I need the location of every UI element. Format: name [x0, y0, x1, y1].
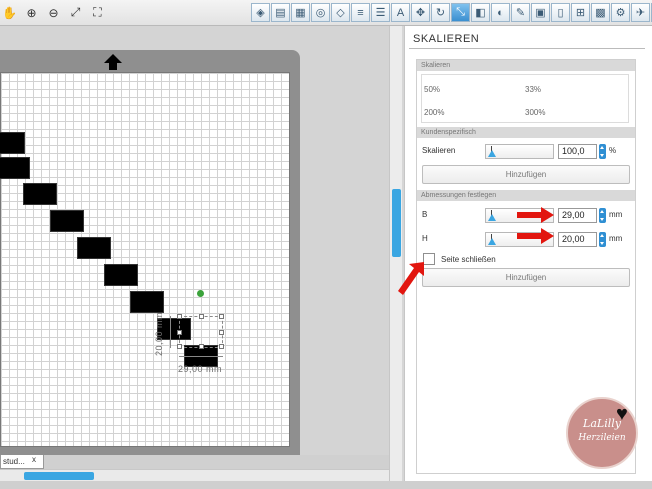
hand-icon[interactable]: ✋: [0, 3, 19, 22]
height-dimension-line: [170, 316, 171, 348]
width-unit: mm: [609, 210, 623, 219]
scale-preset-300[interactable]: 300%: [525, 108, 545, 117]
scale-label: Skalieren: [422, 146, 456, 155]
dimensions-apply-button[interactable]: Hinzufügen: [422, 268, 630, 287]
resize-handle[interactable]: [177, 314, 182, 319]
library-icon[interactable]: ⚙: [611, 3, 630, 22]
slider-knob[interactable]: [488, 214, 496, 221]
height-dimension-label: 20,00 mm: [154, 311, 164, 356]
resize-handle[interactable]: [199, 314, 204, 319]
vertical-scroll-thumb[interactable]: [392, 189, 401, 257]
horizontal-scroll-thumb[interactable]: [24, 472, 94, 480]
mirror-icon[interactable]: ◧: [471, 3, 490, 22]
annotation-arrow-icon: [517, 228, 554, 244]
move-icon[interactable]: ✥: [411, 3, 430, 22]
cut-area-grid[interactable]: [0, 72, 290, 447]
fill-icon[interactable]: ◈: [251, 3, 270, 22]
scale-preset-200[interactable]: 200%: [424, 108, 444, 117]
divider: [409, 48, 645, 49]
percent-unit: %: [609, 146, 617, 155]
shape-rectangle[interactable]: [104, 264, 138, 286]
registration-icon[interactable]: ⊞: [571, 3, 590, 22]
scale-presets: 50% 33% 200% 300%: [421, 74, 629, 123]
cut-settings-icon[interactable]: ▣: [531, 3, 550, 22]
scale-icon[interactable]: ⤡: [451, 3, 470, 22]
vertical-scrollbar[interactable]: [389, 26, 402, 481]
transform-icon[interactable]: ◇: [331, 3, 350, 22]
resize-handle[interactable]: [199, 344, 204, 349]
text-icon[interactable]: A: [391, 3, 410, 22]
height-input[interactable]: 20,00: [558, 232, 597, 247]
scale-preset-33[interactable]: 33%: [525, 85, 541, 94]
rotation-handle[interactable]: [197, 290, 204, 297]
scale-percent-input[interactable]: 100,0: [558, 144, 597, 159]
width-dimension-label: 29,00 mm: [178, 364, 223, 374]
shape-rectangle[interactable]: [0, 132, 25, 154]
resize-handle[interactable]: [219, 344, 224, 349]
slider-knob[interactable]: [488, 238, 496, 245]
heart-icon: ♥: [616, 403, 628, 425]
panel-tools: ◈▤▦◎◇≡☰A✥↻⤡◧◐✎▣▯⊞▩⚙✈✏⌫: [251, 3, 652, 22]
zoom-out-icon[interactable]: ⊖: [44, 3, 63, 22]
height-stepper[interactable]: [599, 232, 606, 247]
design-canvas[interactable]: 29,00 mm 20,00 mm: [0, 26, 389, 470]
section-header-custom: Kundenspezifisch: [417, 127, 635, 138]
top-toolbar: ✋⊕⊖⤢⛶ ◈▤▦◎◇≡☰A✥↻⤡◧◐✎▣▯⊞▩⚙✈✏⌫: [0, 0, 652, 26]
section-header-scale: Skalieren: [417, 60, 635, 71]
status-bar: [0, 481, 652, 489]
zoom-in-icon[interactable]: ⊕: [22, 3, 41, 22]
document-tab-bar: stud...: [0, 455, 389, 469]
design-store-icon[interactable]: ▩: [591, 3, 610, 22]
width-label: B: [422, 210, 428, 219]
scale-preset-50[interactable]: 50%: [424, 85, 440, 94]
fit-to-window-icon[interactable]: ⛶: [88, 3, 107, 22]
document-tab[interactable]: stud...: [0, 455, 44, 469]
resize-handle[interactable]: [219, 330, 224, 335]
trace-icon[interactable]: ✎: [511, 3, 530, 22]
slider-knob[interactable]: [488, 150, 496, 157]
align-icon[interactable]: ≡: [351, 3, 370, 22]
resize-handle[interactable]: [177, 344, 182, 349]
shape-rectangle[interactable]: [50, 210, 84, 232]
resize-handle[interactable]: [219, 314, 224, 319]
width-dimension-line: [179, 356, 223, 357]
horizontal-scrollbar[interactable]: [0, 469, 389, 481]
watermark-text: Herzileien: [578, 433, 626, 443]
text-style-icon[interactable]: ☰: [371, 3, 390, 22]
shape-rectangle[interactable]: [77, 237, 111, 259]
shape-rectangle[interactable]: [23, 183, 57, 205]
scale-percent-stepper[interactable]: [599, 144, 606, 159]
feed-direction-arrow-icon: [104, 54, 122, 70]
shape-rectangle[interactable]: [130, 291, 164, 313]
width-input[interactable]: 29,00: [558, 208, 597, 223]
resize-handle[interactable]: [177, 330, 182, 335]
width-stepper[interactable]: [599, 208, 606, 223]
selection-box[interactable]: [177, 314, 224, 349]
offset-icon[interactable]: ◐: [491, 3, 510, 22]
annotation-arrow-icon: [398, 262, 424, 295]
panel-title: SKALIEREN: [413, 33, 480, 45]
height-unit: mm: [609, 234, 623, 243]
send-icon[interactable]: ✈: [631, 3, 650, 22]
section-header-dimensions: Abmessungen festlegen: [417, 190, 635, 201]
lock-aspect-label: Seite schließen: [441, 255, 496, 264]
scale-slider[interactable]: [485, 144, 554, 159]
shape-rectangle[interactable]: [0, 157, 30, 179]
page-setup-icon[interactable]: ▯: [551, 3, 570, 22]
rotate-icon[interactable]: ↻: [431, 3, 450, 22]
grid-icon[interactable]: ▦: [291, 3, 310, 22]
replicate-icon[interactable]: ◎: [311, 3, 330, 22]
silhouette-studio-window: ✋⊕⊖⤢⛶ ◈▤▦◎◇≡☰A✥↻⤡◧◐✎▣▯⊞▩⚙✈✏⌫: [0, 0, 652, 489]
annotation-arrow-icon: [517, 207, 554, 223]
line-style-icon[interactable]: ▤: [271, 3, 290, 22]
zoom-select-icon[interactable]: ⤢: [66, 3, 85, 22]
height-label: H: [422, 234, 428, 243]
custom-apply-button[interactable]: Hinzufügen: [422, 165, 630, 184]
view-tools: ✋ ⊕ ⊖ ⤢ ⛶: [0, 3, 107, 22]
close-tab-icon[interactable]: x: [32, 455, 36, 464]
